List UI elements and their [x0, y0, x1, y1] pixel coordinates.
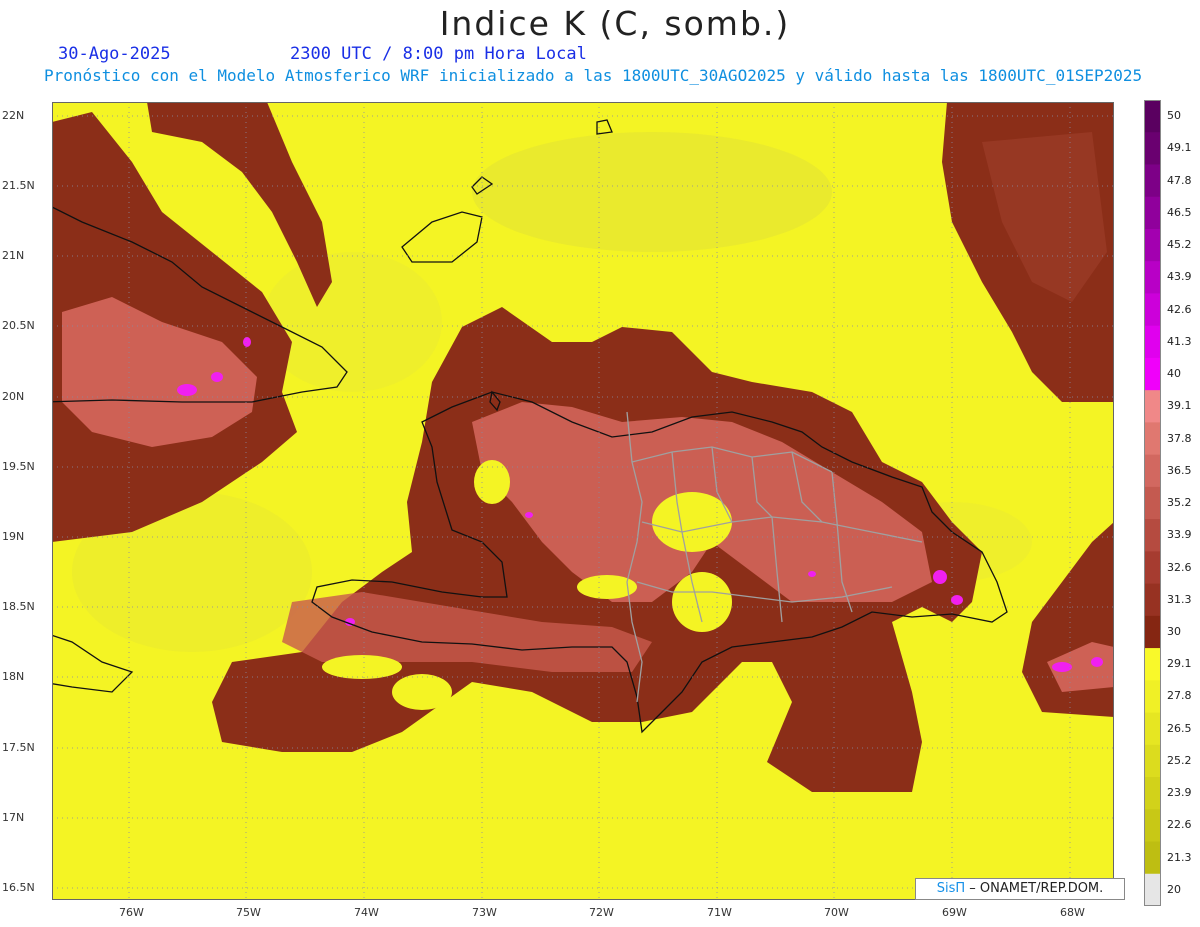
colorbar-band	[1144, 777, 1161, 810]
colorbar-band	[1144, 390, 1161, 423]
colorbar-band	[1144, 325, 1161, 359]
map-title: Indice K (C, somb.)	[439, 4, 791, 43]
lon-label: 68W	[1060, 906, 1085, 919]
colorbar-tick-label: 33.9	[1167, 528, 1192, 542]
colorbar-tick-label: 40	[1167, 367, 1181, 380]
colorbar-tick-label: 47.8	[1167, 173, 1192, 187]
credit-badge: SisΠ – ONAMET/REP.DOM.	[915, 878, 1125, 900]
colorbar-tick-label: 50	[1167, 109, 1181, 123]
colorbar-band	[1144, 486, 1161, 520]
org-text: – ONAMET/REP.DOM.	[969, 881, 1104, 896]
lat-label: 16.5N	[2, 881, 35, 894]
lat-label: 17N	[2, 811, 25, 824]
colorbar-tick-label: 46.5	[1167, 205, 1192, 219]
colorbar-band	[1144, 422, 1161, 456]
lat-label: 17.5N	[2, 741, 35, 754]
colorbar-band	[1144, 583, 1161, 617]
colorbar-tick-label: 32.6	[1167, 560, 1192, 574]
colorbar-band	[1144, 196, 1161, 230]
colorbar-band	[1144, 519, 1161, 552]
lon-label: 75W	[236, 906, 261, 919]
colorbar-tick-label: 41.3	[1167, 334, 1192, 348]
colorbar-tick-label: 23.9	[1167, 786, 1192, 800]
colorbar-tick-label: 31.3	[1167, 592, 1192, 606]
colorbar-band	[1144, 744, 1161, 778]
lon-label: 74W	[354, 906, 379, 919]
sis-logo-text: SisΠ	[936, 881, 966, 896]
lat-label: 19N	[2, 530, 25, 543]
colorbar-tick-label: 45.2	[1167, 238, 1192, 252]
lat-label: 21N	[2, 249, 25, 262]
lon-label: 73W	[472, 906, 497, 919]
colorbar-band	[1144, 100, 1161, 133]
colorbar-tick-label: 26.5	[1167, 721, 1192, 735]
colorbar-tick-label: 29.1	[1167, 657, 1192, 671]
colorbar-tick-label: 42.6	[1167, 302, 1192, 316]
colorbar-tick-label: 25.2	[1167, 753, 1192, 767]
colorbar-band	[1144, 873, 1161, 906]
lat-label: 18.5N	[2, 600, 35, 613]
colorbar-band	[1144, 132, 1161, 165]
lat-label: 20N	[2, 390, 25, 403]
forecast-date: 30-Ago-2025	[58, 44, 171, 64]
lon-label: 76W	[119, 906, 144, 919]
colorbar	[1144, 100, 1161, 906]
colorbar-band	[1144, 454, 1161, 488]
colorbar-band	[1144, 809, 1161, 843]
colorbar-band	[1144, 228, 1161, 262]
lat-label: 20.5N	[2, 319, 35, 332]
colorbar-tick-label: 22.6	[1167, 818, 1192, 832]
model-subtitle: Pronóstico con el Modelo Atmosferico WRF…	[44, 66, 1143, 85]
colorbar-band	[1144, 261, 1161, 294]
lon-label: 71W	[707, 906, 732, 919]
k-index-map	[52, 102, 1114, 900]
colorbar-band	[1144, 712, 1161, 746]
colorbar-band	[1144, 551, 1161, 585]
lon-label: 72W	[589, 906, 614, 919]
colorbar-band	[1144, 648, 1161, 681]
colorbar-tick-label: 43.9	[1167, 270, 1192, 284]
colorbar-tick-label: 30	[1167, 625, 1181, 638]
colorbar-tick-label: 21.3	[1167, 850, 1192, 864]
colorbar-tick-label: 35.2	[1167, 496, 1192, 509]
lon-label: 69W	[942, 906, 967, 919]
colorbar-tick-label: 36.5	[1167, 463, 1192, 477]
colorbar-tick-label: 20	[1167, 882, 1181, 896]
lat-label: 18N	[2, 670, 25, 683]
colorbar-band	[1144, 357, 1161, 391]
colorbar-band	[1144, 841, 1161, 875]
colorbar-band	[1144, 164, 1161, 198]
colorbar-band	[1144, 615, 1161, 649]
forecast-time: 2300 UTC / 8:00 pm Hora Local	[290, 44, 587, 64]
lat-label: 22N	[2, 109, 25, 122]
lon-label: 70W	[824, 906, 849, 919]
colorbar-band	[1144, 293, 1161, 327]
colorbar-tick-label: 39.1	[1167, 399, 1192, 413]
lat-label: 21.5N	[2, 179, 35, 192]
colorbar-tick-label: 37.8	[1167, 431, 1192, 445]
colorbar-tick-label: 27.8	[1167, 689, 1192, 703]
lat-label: 19.5N	[2, 460, 35, 473]
colorbar-band	[1144, 680, 1161, 714]
colorbar-tick-label: 49.1	[1167, 141, 1192, 155]
